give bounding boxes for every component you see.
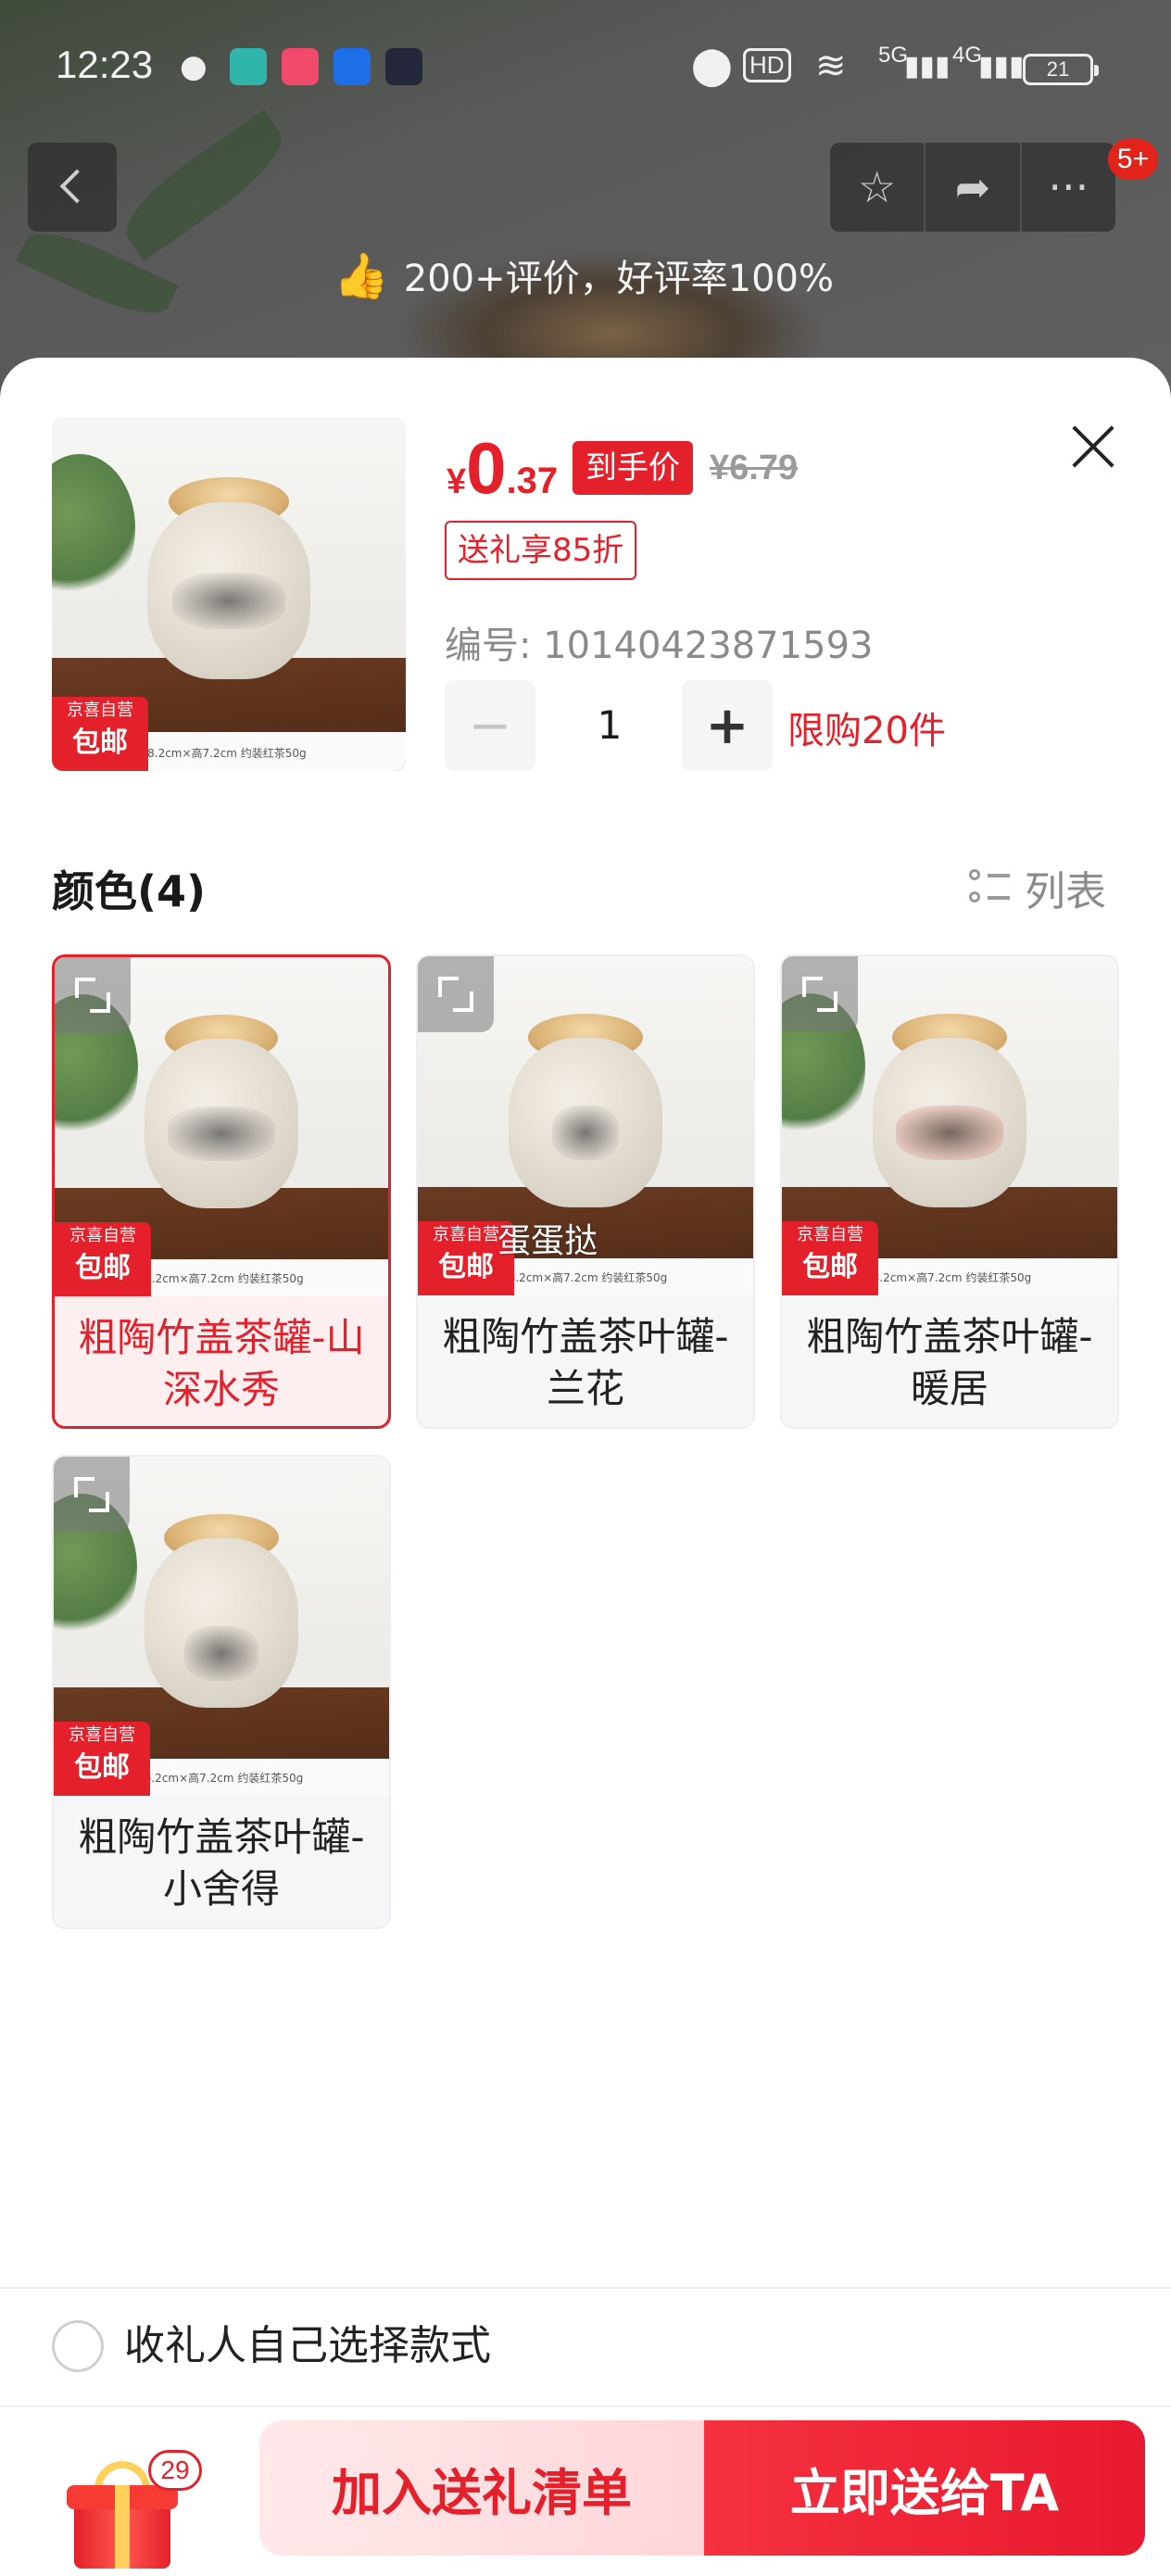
dimension-text: 8.2cm×高7.2cm 约装红茶50g: [147, 746, 307, 760]
color-option-card[interactable]: 8.2cm×高7.2cm 约装红茶50g 京喜自营 包邮 蛋蛋挞 粗陶竹盖茶叶罐-…: [416, 954, 755, 1429]
more-icon[interactable]: ···: [1022, 143, 1115, 232]
hd-icon: HD: [743, 48, 791, 82]
divider: [0, 2287, 1171, 2289]
add-to-gift-list-button[interactable]: 加入送礼清单: [259, 2420, 704, 2556]
watermark-text: 蛋蛋挞: [497, 1222, 598, 1260]
close-icon[interactable]: [1064, 417, 1123, 476]
review-text: 200+评价，好评率100%: [403, 258, 834, 300]
final-price-tag: 到手价: [573, 441, 693, 495]
share-icon[interactable]: ➦: [925, 143, 1022, 232]
expand-image-icon[interactable]: [54, 1457, 130, 1533]
gift-list-count-badge: 29: [148, 2450, 202, 2491]
color-section-title: 颜色(4): [52, 866, 207, 916]
pig-app-icon: [282, 48, 319, 85]
sku-selector-sheet: 8.2cm×高7.2cm 约装红茶50g 京喜自营 包邮 ¥ 0 .37 到手价…: [0, 358, 1171, 2576]
color-option-label: 粗陶竹盖茶叶罐-暖居: [806, 1314, 1093, 1411]
color-option-card[interactable]: 8.2cm×高7.2cm 约装红茶50g 京喜自营 包邮 粗陶竹盖茶罐-山深水秀: [52, 954, 391, 1429]
browser-app-icon: [334, 48, 371, 85]
color-option-image: 8.2cm×高7.2cm 约装红茶50g 京喜自营 包邮: [54, 1457, 389, 1796]
signal-icon: ▮▮▮: [904, 51, 951, 82]
divider: [0, 2406, 1171, 2407]
increase-quantity-button[interactable]: +: [682, 680, 773, 771]
wechat-icon: ●: [180, 48, 208, 85]
free-shipping-badge: 京喜自营 包邮: [782, 1221, 878, 1295]
mail-app-icon: [385, 48, 422, 85]
send-gift-now-button[interactable]: 立即送给TA: [704, 2420, 1145, 2556]
free-shipping-badge: 京喜自营 包邮: [55, 1222, 151, 1296]
recipient-choose-radio[interactable]: [52, 2320, 104, 2372]
decrease-quantity-button[interactable]: −: [445, 680, 535, 771]
list-icon: [969, 867, 1010, 908]
battery-indicator: 21: [1023, 54, 1099, 85]
message-badge: 5+: [1108, 139, 1158, 180]
color-option-image: 8.2cm×高7.2cm 约装红茶50g 京喜自营 包邮: [782, 956, 1117, 1295]
color-option-card[interactable]: 8.2cm×高7.2cm 约装红茶50g 京喜自营 包邮 粗陶竹盖茶叶罐-小舍得: [52, 1455, 391, 1929]
boss-app-icon: [230, 48, 267, 85]
color-option-image: 8.2cm×高7.2cm 约装红茶50g 京喜自营 包邮: [55, 957, 388, 1296]
original-price: ¥6.79: [710, 448, 799, 487]
expand-image-icon[interactable]: [782, 956, 858, 1032]
favorite-star-icon[interactable]: ☆: [830, 143, 926, 232]
gift-discount-tag: 送礼享85折: [445, 521, 637, 580]
expand-image-icon[interactable]: [418, 956, 494, 1032]
location-icon: ⬤: [691, 45, 733, 86]
color-option-label: 粗陶竹盖茶叶罐-小舍得: [78, 1814, 365, 1912]
quantity-value[interactable]: 1: [556, 680, 663, 771]
product-image[interactable]: 8.2cm×高7.2cm 约装红茶50g 京喜自营 包邮: [52, 417, 406, 771]
wifi-icon: ≋: [815, 45, 847, 86]
purchase-limit: 限购20件: [787, 710, 946, 752]
free-shipping-badge: 京喜自营 包邮: [52, 697, 148, 771]
expand-image-icon[interactable]: [55, 957, 131, 1033]
color-option-image: 8.2cm×高7.2cm 约装红茶50g 京喜自营 包邮 蛋蛋挞: [418, 956, 753, 1295]
list-view-toggle[interactable]: 列表: [969, 858, 1106, 917]
current-price: ¥ 0 .37: [447, 427, 559, 509]
recipient-choose-label[interactable]: 收礼人自己选择款式: [124, 2322, 491, 2370]
back-button[interactable]: [28, 143, 117, 232]
color-option-label: 粗陶竹盖茶叶罐-兰花: [442, 1314, 729, 1411]
status-bar: 12:23 ● ⬤ HD ≋ 5G ▮▮▮ 4G ▮▮▮ 21: [0, 0, 1171, 139]
review-summary: 👍 200+评价，好评率100%: [334, 243, 834, 308]
free-shipping-badge: 京喜自营 包邮: [54, 1722, 150, 1796]
status-time: 12:23: [56, 43, 154, 86]
color-option-card[interactable]: 8.2cm×高7.2cm 约装红茶50g 京喜自营 包邮 粗陶竹盖茶叶罐-暖居: [780, 954, 1119, 1429]
sku-number: 编号: 10140423871593: [445, 625, 874, 667]
color-option-label: 粗陶竹盖茶罐-山深水秀: [78, 1315, 365, 1412]
signal-icon: ▮▮▮: [978, 51, 1025, 82]
top-actions: ☆ ➦ ···: [830, 143, 1115, 232]
thumbs-up-icon: 👍: [334, 249, 389, 302]
